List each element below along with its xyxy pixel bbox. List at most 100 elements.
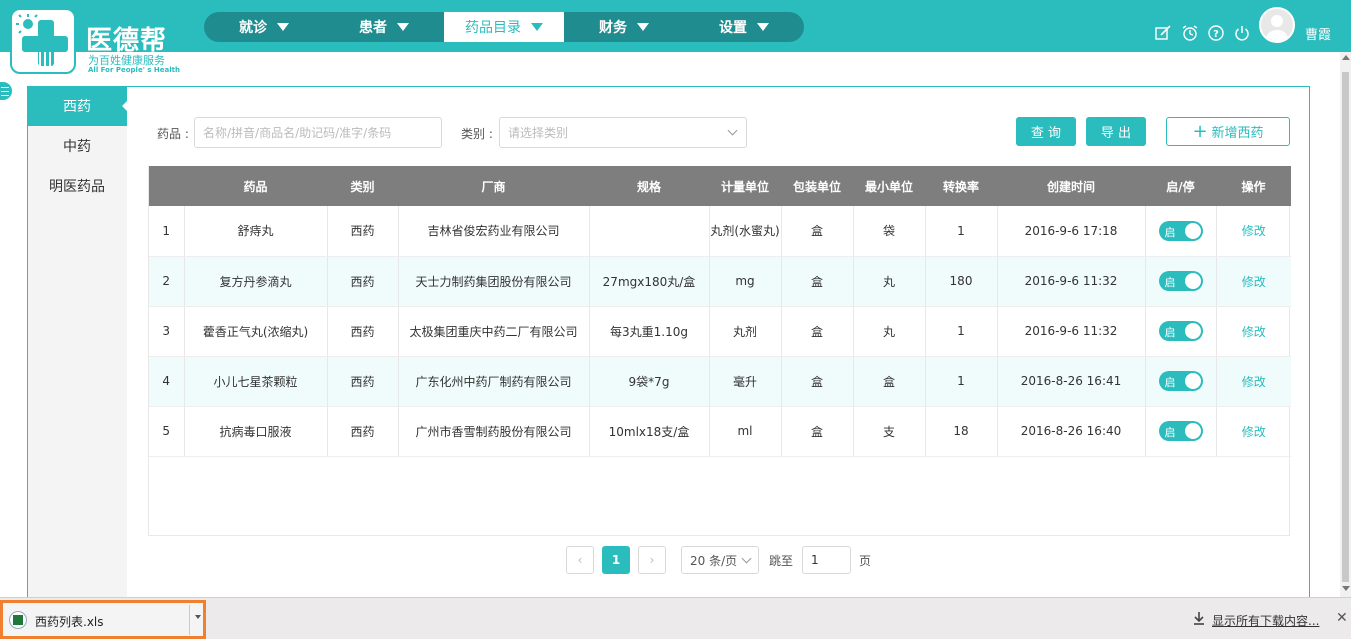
enable-toggle[interactable]: 启: [1158, 321, 1203, 341]
cell-ops: 修改: [1216, 206, 1291, 257]
caret-down-icon: [531, 23, 543, 31]
cell-rate: 1: [925, 356, 998, 407]
col-header-maker: 厂商: [398, 166, 589, 206]
chevron-down-icon: [727, 125, 738, 136]
sidebar-item-label: 中药: [63, 139, 91, 155]
edit-link[interactable]: 修改: [1242, 375, 1266, 389]
nav-item-drug-catalog[interactable]: 药品目录: [444, 12, 564, 42]
caret-down-icon: [397, 23, 409, 31]
cell-unit: 毫升: [709, 356, 782, 407]
plus-icon: +: [1192, 120, 1208, 142]
cell-drug-name: 复方丹参滴丸: [184, 256, 328, 307]
scroll-down-icon[interactable]: [1342, 586, 1350, 591]
cell-rate: 1: [925, 306, 998, 357]
cell-toggle: 启: [1145, 356, 1217, 407]
page-1-button[interactable]: 1: [602, 546, 630, 574]
cell-unit: ml: [709, 406, 782, 457]
username[interactable]: 曹霞: [1305, 24, 1331, 43]
excel-file-icon: [9, 611, 27, 629]
table-row: 3 藿香正气丸(浓缩丸) 西药 太极集团重庆中药二厂有限公司 每3丸重1.10g…: [149, 306, 1291, 357]
add-drug-button[interactable]: + 新增西药: [1166, 117, 1290, 146]
enable-toggle[interactable]: 启: [1158, 371, 1203, 391]
cell-category: 西药: [327, 206, 399, 257]
cell-pack-unit: 盒: [781, 256, 854, 307]
col-header-drug: 药品: [184, 166, 327, 206]
cell-index: 3: [149, 306, 185, 357]
export-button[interactable]: 导 出: [1086, 117, 1146, 146]
cell-pack-unit: 盒: [781, 206, 854, 257]
close-download-bar-icon[interactable]: ✕: [1336, 610, 1348, 626]
edit-link[interactable]: 修改: [1242, 325, 1266, 339]
help-icon[interactable]: ?: [1208, 25, 1224, 41]
cell-index: 4: [149, 356, 185, 407]
alarm-icon[interactable]: [1182, 25, 1198, 41]
download-item-divider: [189, 605, 190, 635]
toggle-knob: [1184, 423, 1201, 439]
download-icon: [1194, 612, 1204, 625]
nav-item-visit[interactable]: 就诊: [204, 12, 324, 42]
download-item[interactable]: 西药列表.xls: [0, 600, 206, 639]
toggle-label: 启: [1164, 276, 1176, 289]
show-all-downloads-link[interactable]: 显示所有下载内容...: [1212, 612, 1319, 629]
power-icon[interactable]: [1234, 25, 1250, 41]
logo-icon: [10, 8, 76, 74]
cell-min-unit: 支: [853, 406, 926, 457]
caret-down-icon: [637, 23, 649, 31]
cell-ops: 修改: [1216, 356, 1291, 407]
cell-drug-name: 抗病毒口服液: [184, 406, 328, 457]
nav-label: 财务: [599, 20, 627, 36]
menu-toggle-icon[interactable]: [0, 82, 12, 100]
enable-toggle[interactable]: 启: [1158, 271, 1203, 291]
download-menu-icon[interactable]: [195, 615, 201, 619]
sidebar-item-label: 明医药品: [49, 179, 105, 195]
category-select[interactable]: 请选择类别: [499, 117, 747, 148]
svg-text:?: ?: [1213, 29, 1219, 40]
nav-label: 药品目录: [465, 20, 521, 36]
toggle-label: 启: [1164, 326, 1176, 339]
edit-link[interactable]: 修改: [1242, 425, 1266, 439]
avatar[interactable]: [1259, 7, 1295, 43]
table-row: 4 小儿七星茶颗粒 西药 广东化州中药厂制药有限公司 9袋*7g 毫升 盒 盒 …: [149, 356, 1291, 407]
cell-ops: 修改: [1216, 306, 1291, 357]
edit-link[interactable]: 修改: [1242, 224, 1266, 238]
jump-page-input[interactable]: 1: [802, 546, 851, 574]
table-header-row: 药品 类别 厂商 规格 计量单位 包装单位 最小单位 转换率 创建时间 启/停 …: [149, 166, 1291, 206]
nav-item-patients[interactable]: 患者: [324, 12, 444, 42]
enable-toggle[interactable]: 启: [1158, 421, 1203, 441]
nav-item-finance[interactable]: 财务: [564, 12, 684, 42]
cell-maker: 广东化州中药厂制药有限公司: [398, 356, 590, 407]
cell-ops: 修改: [1216, 406, 1291, 457]
sidebar-item-chinese-drugs[interactable]: 中药: [27, 126, 127, 166]
cell-category: 西药: [327, 356, 399, 407]
table-row: 1 舒痔丸 西药 吉林省俊宏药业有限公司 丸剂(水蜜丸) 盒 袋 1 2016-…: [149, 206, 1291, 257]
col-header-created: 创建时间: [997, 166, 1145, 206]
edit-link[interactable]: 修改: [1242, 275, 1266, 289]
cell-unit: 丸剂(水蜜丸): [709, 206, 782, 257]
cell-pack-unit: 盒: [781, 306, 854, 357]
col-header-spec: 规格: [589, 166, 709, 206]
next-page-button[interactable]: ›: [638, 546, 666, 574]
enable-toggle[interactable]: 启: [1158, 220, 1203, 241]
toggle-label: 启: [1164, 376, 1176, 389]
cell-drug-name: 藿香正气丸(浓缩丸): [184, 306, 328, 357]
logo-tagline: All For People' s Health: [88, 66, 180, 74]
nav-item-settings[interactable]: 设置: [684, 12, 804, 42]
query-button[interactable]: 查 询: [1016, 117, 1076, 146]
edit-icon[interactable]: [1155, 25, 1171, 41]
cell-rate: 180: [925, 256, 998, 307]
page-size-select[interactable]: 20 条/页: [681, 546, 759, 574]
sidebar-item-western-drugs[interactable]: 西药: [27, 86, 128, 126]
sidebar-item-mingyi-drugs[interactable]: 明医药品: [27, 166, 127, 206]
drug-search-input[interactable]: 名称/拼音/商品名/助记码/准字/条码: [194, 117, 442, 148]
scroll-up-icon[interactable]: [1342, 55, 1350, 60]
scrollbar-thumb[interactable]: [1342, 72, 1349, 582]
col-header-rate: 转换率: [925, 166, 997, 206]
table-row: 5 抗病毒口服液 西药 广州市香雪制药股份有限公司 10mlx18支/盒 ml …: [149, 406, 1291, 457]
cell-min-unit: 盒: [853, 356, 926, 407]
cell-toggle: 启: [1145, 306, 1217, 357]
col-header-toggle: 启/停: [1145, 166, 1216, 206]
toggle-label: 启: [1164, 225, 1176, 239]
drug-search-placeholder: 名称/拼音/商品名/助记码/准字/条码: [203, 126, 392, 140]
cell-spec: 10mlx18支/盒: [589, 406, 710, 457]
prev-page-button[interactable]: ‹: [566, 546, 594, 574]
